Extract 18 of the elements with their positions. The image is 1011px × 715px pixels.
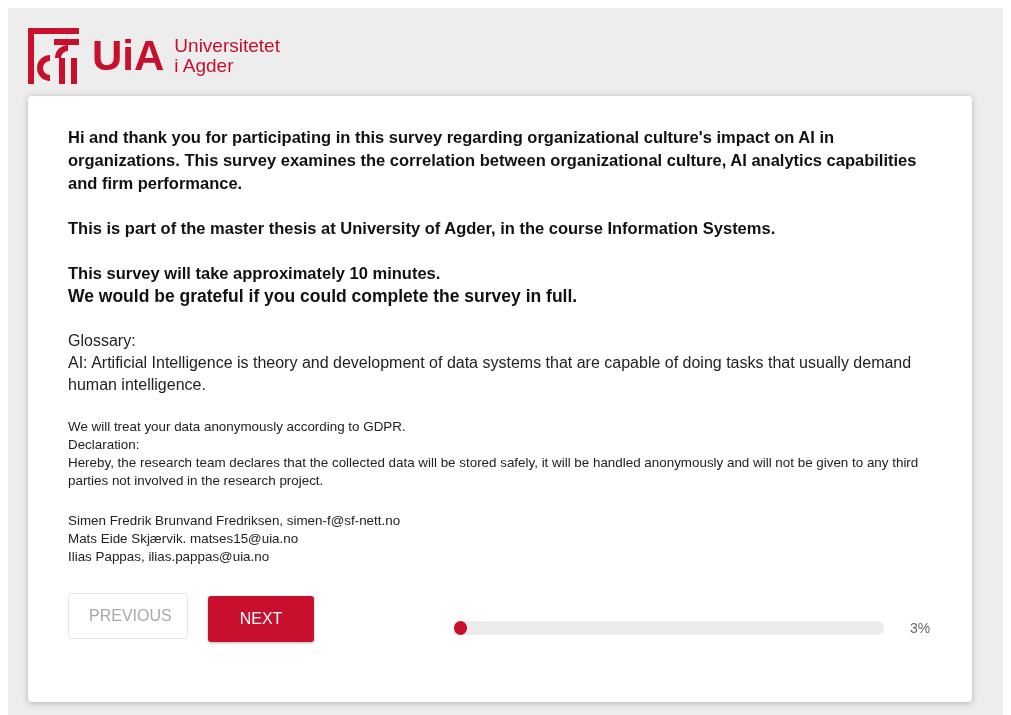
intro-text: We would be grateful if you could complete the survey in full. [68,285,579,308]
progress-reading: 3% [910,620,931,636]
intro-text: Glossary: [68,331,137,351]
logo-abbreviation: UiA [92,32,165,80]
info-text: We will treat your data anonymously according to GDPR. [68,418,407,436]
info-text: Simen Fredrik Brunvand Fredriksen, simen-f@sf-nett.no [68,512,402,530]
intro-text: This is part of the master thesis at University of Agder, in the course Information Systems. [68,218,777,239]
next-button[interactable]: NEXT [208,596,314,642]
info-text: Ilias Pappas, ilias.pappas@uia.no [68,548,271,566]
intro-text: AI: Artificial Intelligence is theory and development of data systems that are capable of doing tasks that usually demand human intelligence. [68,353,913,395]
university-name: Universitetet [174,36,280,56]
info-text: Mats Eide Skjærvik. matses15@uia.no [68,530,300,548]
logo-icon [28,28,82,84]
info-text: Hereby, the research team declares that the collected data will be stored safely, it will be handled anonymously and will not be given to any third parties not involved in the research project. [68,454,920,490]
intro-text: This survey will take approximately 10 minutes. [68,263,442,284]
info-text: Declaration: [68,436,141,454]
intro-text: Hi and thank you for participating in this survey regarding organizational culture's impact on AI in organizations. This survey examines the correlation between organizational culture, AI analytics capabilities and firm performance. [68,127,918,194]
university-name: i Agder [174,56,235,76]
